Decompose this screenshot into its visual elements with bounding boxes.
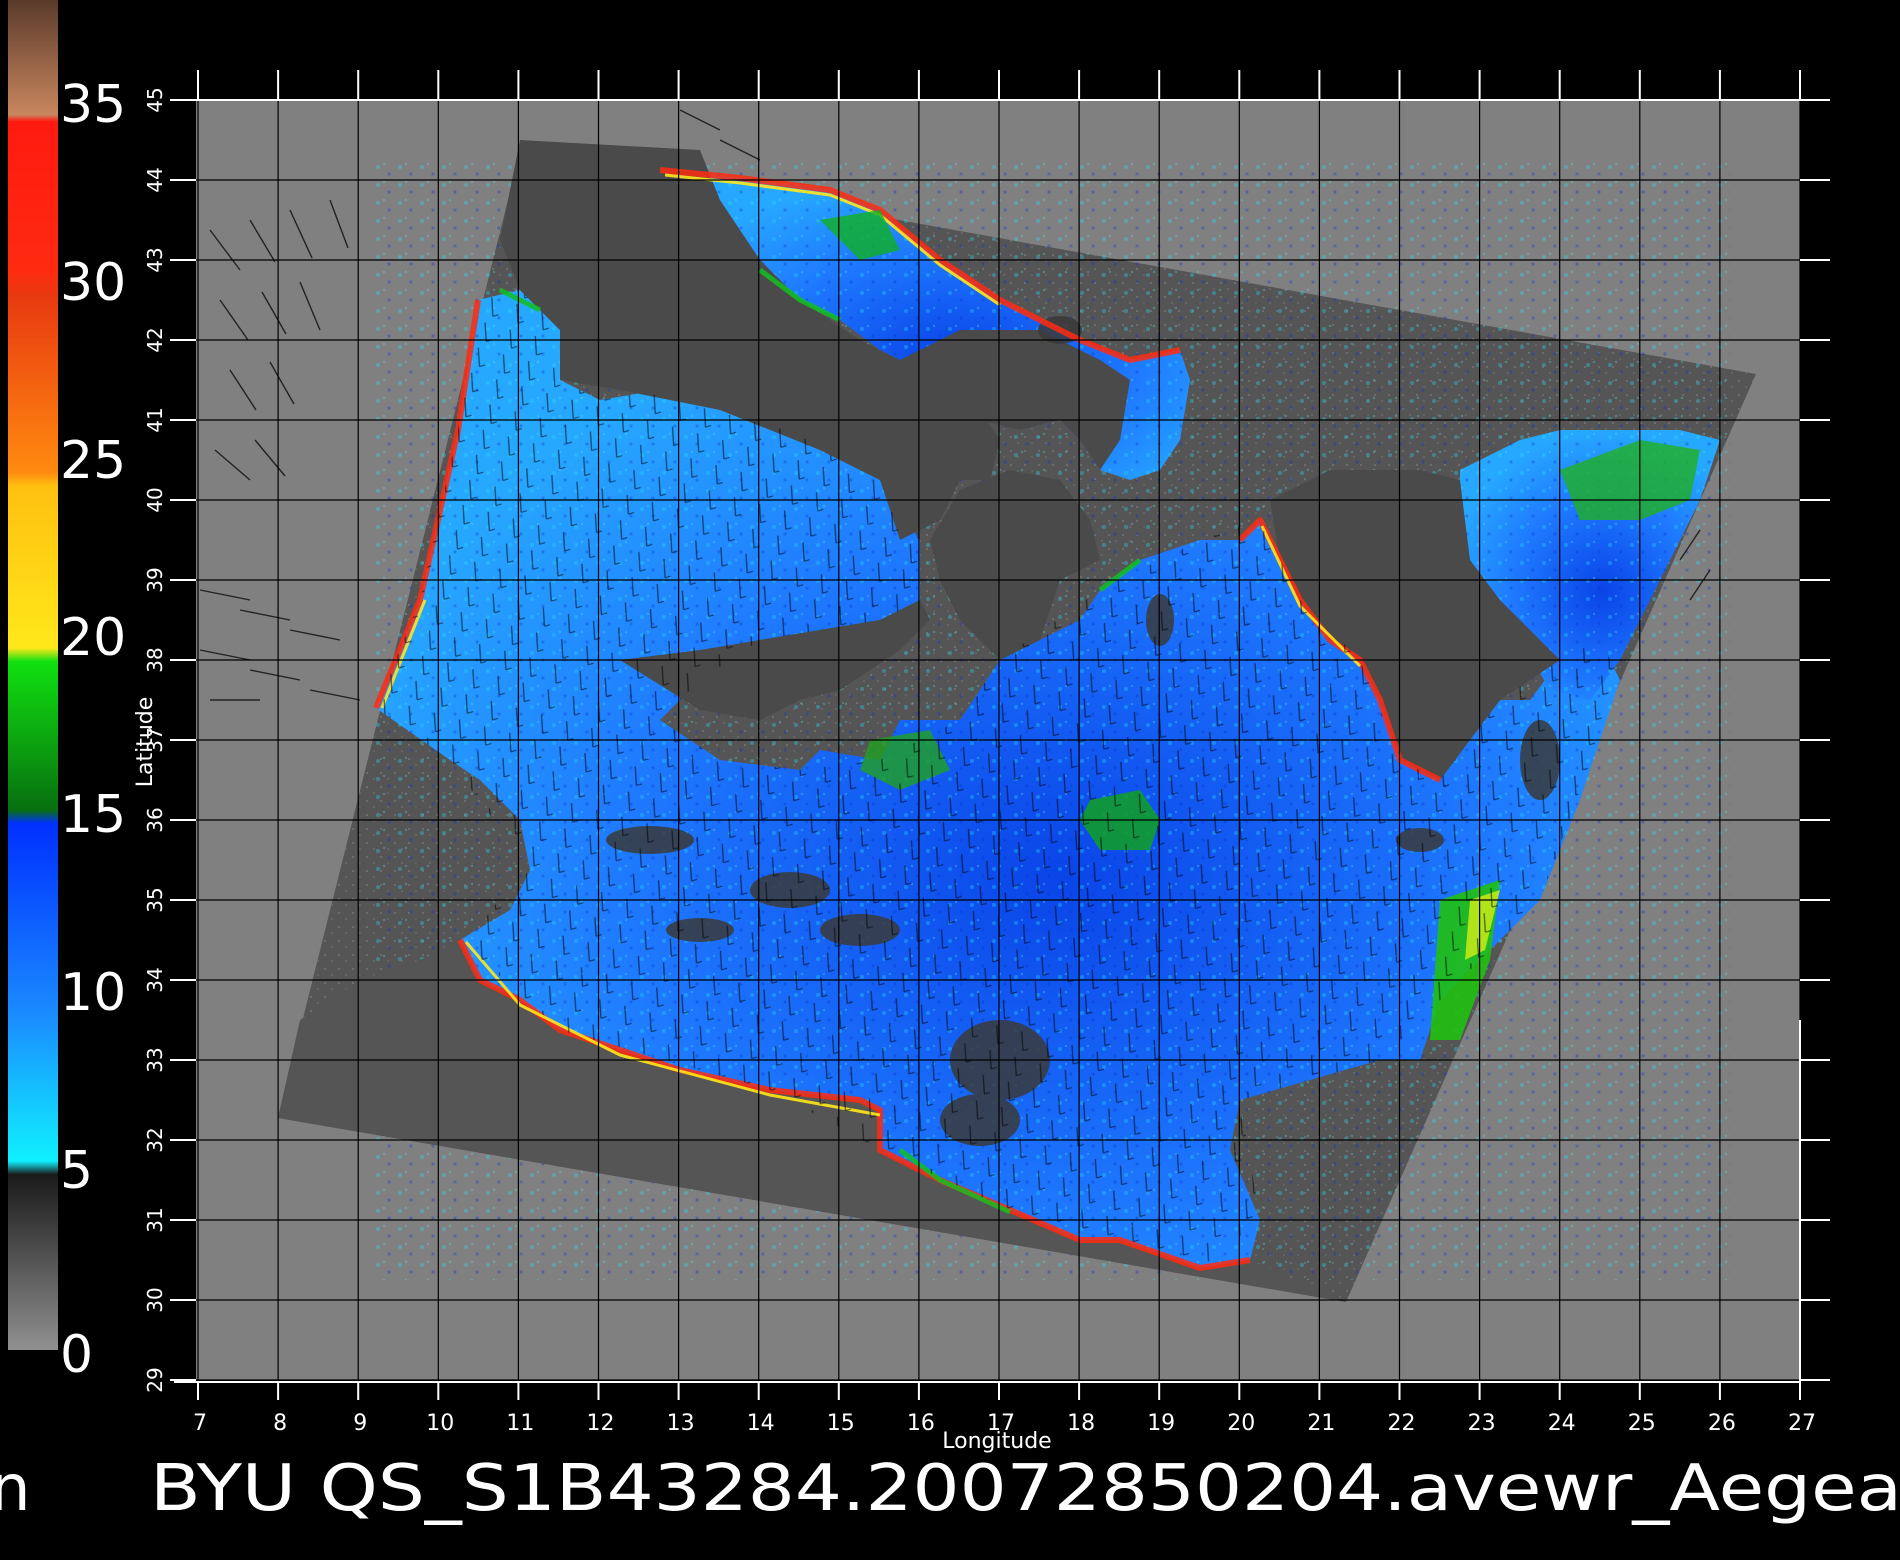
x-tick-label: 8 (273, 1411, 287, 1436)
x-tick-label: 24 (1548, 1411, 1576, 1436)
y-tick-label: 39 (143, 567, 167, 592)
caption-title: BYU QS_S1B43284.20072850204.avewr_Aegea (150, 1452, 1900, 1526)
y-tick-label: 30 (143, 1287, 167, 1312)
x-tick-label: 18 (1067, 1411, 1095, 1436)
map-figure: 35 30 25 20 15 10 5 0 7 8 9 10 11 12 13 14 15 1… (0, 0, 1900, 1526)
x-tick-label: 11 (506, 1411, 534, 1436)
x-tick-label: 12 (587, 1411, 615, 1436)
x-tick-label: 14 (747, 1411, 775, 1436)
x-tick-label: 20 (1227, 1411, 1255, 1436)
x-tick-label: 13 (667, 1411, 695, 1436)
colorbar-strip (8, 0, 58, 1350)
x-tick-label: 10 (426, 1411, 454, 1436)
x-tick-label: 26 (1708, 1411, 1736, 1436)
colorbar-label: 35 (60, 75, 126, 135)
colorbar-label: 25 (60, 431, 126, 491)
colorbar: 35 30 25 20 15 10 5 0 (8, 0, 126, 1385)
y-tick-label: 43 (143, 247, 167, 272)
x-tick-label: 19 (1147, 1411, 1175, 1436)
x-axis-title: Longitude (942, 1429, 1051, 1454)
colorbar-label: 30 (60, 253, 126, 313)
y-tick-label: 36 (143, 807, 167, 832)
y-axis-title: Latitude (133, 697, 158, 788)
x-tick-label: 27 (1788, 1411, 1816, 1436)
y-tick-label: 41 (143, 407, 167, 432)
x-tick-label: 22 (1388, 1411, 1416, 1436)
caption-left-fragment: n (0, 1452, 31, 1526)
x-tick-label: 9 (353, 1411, 367, 1436)
colorbar-label: 15 (60, 785, 126, 845)
colorbar-label: 5 (60, 1141, 93, 1201)
x-tick-label: 15 (827, 1411, 855, 1436)
colorbar-label: 10 (60, 963, 126, 1023)
plot-area (196, 99, 1801, 1381)
colorbar-label: 0 (60, 1325, 93, 1385)
y-tick-label: 29 (143, 1367, 167, 1392)
x-tick-label: 21 (1307, 1411, 1335, 1436)
x-tick-label: 25 (1628, 1411, 1656, 1436)
y-tick-label: 42 (143, 327, 167, 352)
x-tick-label: 23 (1468, 1411, 1496, 1436)
y-tick-label: 45 (143, 87, 167, 112)
colorbar-label: 20 (60, 608, 126, 668)
colorbar-labels: 35 30 25 20 15 10 5 0 (60, 75, 126, 1385)
y-tick-label: 35 (143, 887, 167, 912)
y-tick-label: 34 (143, 967, 167, 992)
x-tick-label: 16 (907, 1411, 935, 1436)
x-tick-label: 7 (193, 1411, 207, 1436)
y-tick-label: 33 (143, 1047, 167, 1072)
y-tick-label: 44 (143, 167, 167, 192)
y-tick-label: 32 (143, 1127, 167, 1152)
y-tick-label: 40 (143, 487, 167, 512)
y-tick-label: 31 (143, 1207, 167, 1232)
y-tick-label: 38 (143, 647, 167, 672)
